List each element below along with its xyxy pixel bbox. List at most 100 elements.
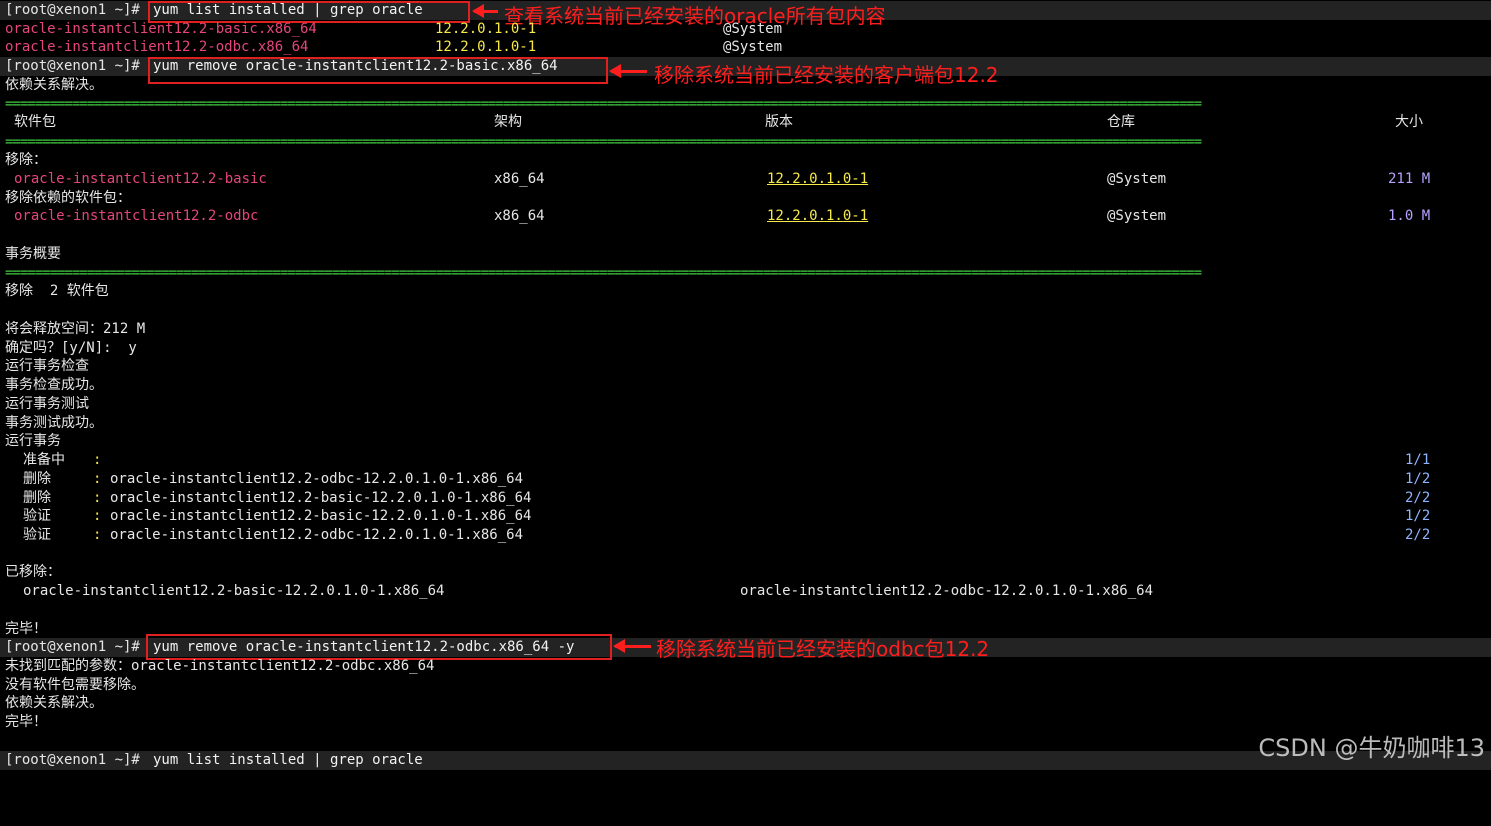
command-text: yum list installed | grep oracle: [153, 752, 423, 768]
package-name: oracle-instantclient12.2-odbc.x86_64: [5, 39, 309, 55]
arrow-left-icon: [472, 4, 498, 18]
removed-label: 已移除：: [5, 564, 61, 580]
prompt: [root@xenon1 ~]#: [5, 752, 140, 768]
step-row: 删除 : oracle-instantclient12.2-basic-12.2…: [0, 489, 1491, 508]
row-size: 1.0 M: [1388, 208, 1431, 224]
step-count: 2/2: [1405, 527, 1431, 543]
prompt: [root@xenon1 ~]#: [5, 639, 140, 655]
step-label: 验证: [23, 508, 51, 524]
output-line: 运行事务测试: [0, 395, 1491, 414]
package-version: 12.2.0.1.0-1: [435, 21, 537, 37]
section-label: 移除依赖的软件包：: [0, 189, 1491, 208]
section-label: 移除：: [0, 151, 1491, 170]
summary-line: 移除 2 软件包: [0, 282, 1491, 301]
output-line: oracle-instantclient12.2-basic-12.2.0.1.…: [0, 582, 1491, 601]
output-line: 运行事务检查: [0, 357, 1491, 376]
table-row: oracle-instantclient12.2-odbc x86_64 12.…: [0, 207, 1491, 226]
odbc-output-line: 未找到匹配的参数：oracle-instantclient12.2-odbc.x…: [5, 658, 435, 674]
row-size: 211 M: [1388, 171, 1431, 187]
row-version: 12.2.0.1.0-1: [767, 171, 869, 187]
step-colon: :: [93, 452, 102, 468]
transaction-line: 运行事务测试: [5, 396, 89, 412]
output-line: 事务检查成功。: [0, 376, 1491, 395]
step-item: oracle-instantclient12.2-basic-12.2.0.1.…: [110, 508, 532, 524]
step-row: 删除 : oracle-instantclient12.2-odbc-12.2.…: [0, 470, 1491, 489]
step-row: 验证 : oracle-instantclient12.2-basic-12.2…: [0, 507, 1491, 526]
step-row: 验证 : oracle-instantclient12.2-odbc-12.2.…: [0, 526, 1491, 545]
output-line: 依赖关系解决。: [0, 76, 1491, 95]
transaction-line: 事务测试成功。: [5, 415, 103, 431]
odbc-output-line: 依赖关系解决。: [5, 695, 103, 711]
output-line: 已移除：: [0, 563, 1491, 582]
step-colon: :: [93, 471, 102, 487]
done-text: 完毕！: [5, 621, 47, 637]
row-repo: @System: [1107, 208, 1167, 224]
removing-deps-label: 移除依赖的软件包：: [5, 190, 131, 206]
header-arch: 架构: [494, 114, 522, 130]
output-line: 事务测试成功。: [0, 414, 1491, 433]
step-colon: :: [93, 527, 102, 543]
separator-line: ========================================…: [5, 96, 1202, 112]
step-count: 1/1: [1405, 452, 1431, 468]
separator-line: ========================================…: [5, 265, 1202, 281]
summary-title-text: 事务概要: [5, 246, 61, 262]
row-repo: @System: [1107, 171, 1167, 187]
odbc-output-line: 完毕！: [5, 714, 47, 730]
summary-title: 事务概要: [0, 245, 1491, 264]
package-repo: @System: [723, 39, 783, 55]
terminal-window[interactable]: [root@xenon1 ~]# yum list installed | gr…: [0, 0, 1491, 773]
removed-item: oracle-instantclient12.2-basic-12.2.0.1.…: [23, 583, 445, 599]
step-colon: :: [93, 490, 102, 506]
prompt: [root@xenon1 ~]#: [5, 2, 140, 18]
table-header: 软件包 架构 版本 仓库 大小: [0, 113, 1491, 132]
package-name: oracle-instantclient12.2-basic.x86_64: [5, 21, 317, 37]
step-label: 准备中: [23, 452, 65, 468]
summary-remove: 移除 2 软件包: [5, 283, 109, 299]
output-line: 将会释放空间：212 M: [0, 320, 1491, 339]
row-arch: x86_64: [494, 171, 545, 187]
step-label: 验证: [23, 527, 51, 543]
output-line: 确定吗？[y/N]: y: [0, 339, 1491, 358]
step-item: oracle-instantclient12.2-odbc-12.2.0.1.0…: [110, 471, 524, 487]
step-item: oracle-instantclient12.2-odbc-12.2.0.1.0…: [110, 527, 524, 543]
separator-line: ========================================…: [5, 134, 1202, 150]
output-line: 没有软件包需要移除。: [0, 676, 1491, 695]
output-line: 运行事务: [0, 432, 1491, 451]
output-line: oracle-instantclient12.2-basic.x86_64 12…: [0, 20, 1491, 39]
step-colon: :: [93, 508, 102, 524]
step-item: oracle-instantclient12.2-basic-12.2.0.1.…: [110, 490, 532, 506]
step-label: 删除: [23, 471, 51, 487]
row-package: oracle-instantclient12.2-odbc: [14, 208, 259, 224]
step-row: 准备中 : 1/1: [0, 451, 1491, 470]
transaction-line: 事务检查成功。: [5, 377, 103, 393]
header-package: 软件包: [14, 114, 56, 130]
step-count: 1/2: [1405, 471, 1431, 487]
header-version: 版本: [765, 114, 793, 130]
arrow-left-icon: [613, 639, 651, 653]
arrow-left-icon: [609, 64, 647, 78]
deps-resolved: 依赖关系解决。: [5, 77, 103, 93]
header-size: 大小: [1395, 114, 1423, 130]
step-label: 删除: [23, 490, 51, 506]
prompt: [root@xenon1 ~]#: [5, 58, 140, 74]
step-count: 2/2: [1405, 490, 1431, 506]
watermark: CSDN @牛奶咖啡13: [1258, 734, 1485, 762]
odbc-output-line: 没有软件包需要移除。: [5, 677, 145, 693]
output-line: oracle-instantclient12.2-odbc.x86_64 12.…: [0, 38, 1491, 57]
output-line: 未找到匹配的参数：oracle-instantclient12.2-odbc.x…: [0, 657, 1491, 676]
removed-item: oracle-instantclient12.2-odbc-12.2.0.1.0…: [740, 583, 1154, 599]
package-repo: @System: [723, 21, 783, 37]
transaction-line: 运行事务: [5, 433, 61, 449]
removing-label: 移除：: [5, 152, 47, 168]
header-repo: 仓库: [1107, 114, 1135, 130]
confirm-prompt: 确定吗？[y/N]: y: [5, 340, 137, 356]
table-row: oracle-instantclient12.2-basic x86_64 12…: [0, 170, 1491, 189]
package-version: 12.2.0.1.0-1: [435, 39, 537, 55]
output-line: 依赖关系解决。: [0, 694, 1491, 713]
free-space: 将会释放空间：212 M: [5, 321, 146, 337]
row-arch: x86_64: [494, 208, 545, 224]
step-count: 1/2: [1405, 508, 1431, 524]
row-version: 12.2.0.1.0-1: [767, 208, 869, 224]
row-package: oracle-instantclient12.2-basic: [14, 171, 267, 187]
transaction-line: 运行事务检查: [5, 358, 89, 374]
